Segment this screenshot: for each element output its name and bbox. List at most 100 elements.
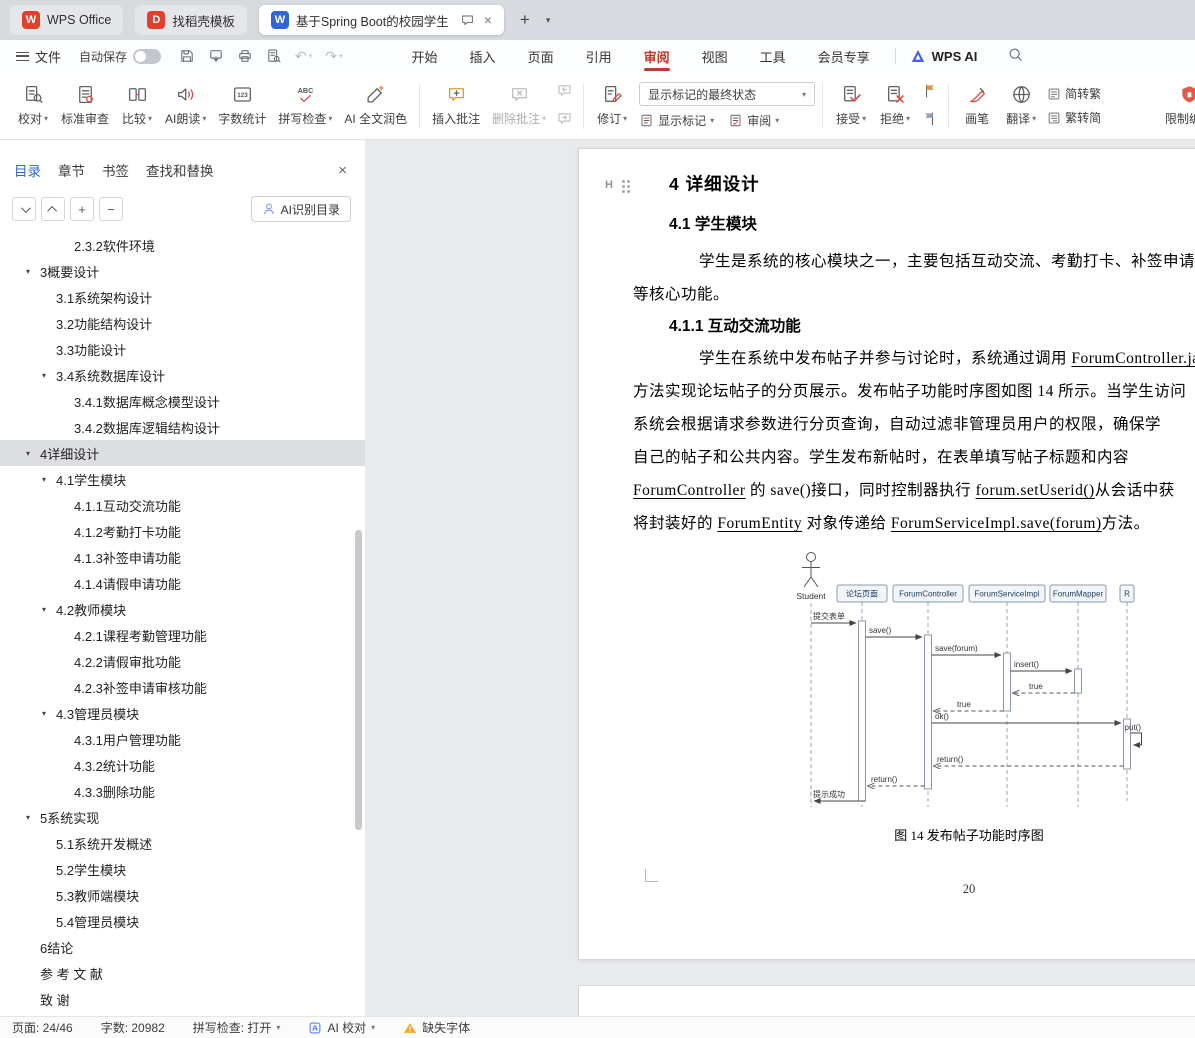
expand-level-button[interactable]: +: [70, 197, 94, 221]
sidebar-tab-bookmarks[interactable]: 书签: [102, 160, 129, 180]
tab-view[interactable]: 视图: [691, 40, 739, 72]
expand-arrow-icon[interactable]: ▾: [26, 449, 40, 458]
outline-item[interactable]: 4.1.1互动交流功能: [0, 492, 365, 518]
ribbon-ai-read-aloud-button[interactable]: AI朗读 ▾: [160, 81, 211, 130]
outline-item[interactable]: 4.2.2请假审批功能: [0, 648, 365, 674]
outline-item[interactable]: 3.4.2数据库逻辑结构设计: [0, 414, 365, 440]
ribbon-accept-button[interactable]: 接受 ▾: [830, 81, 872, 130]
undo-button[interactable]: ↶ ▾: [295, 48, 312, 65]
expand-arrow-icon[interactable]: ▾: [26, 813, 40, 822]
tab-docer-templates[interactable]: D 找稻壳模板: [135, 5, 247, 35]
outline-item[interactable]: ▾ 3概要设计: [0, 258, 365, 284]
export-icon[interactable]: [208, 48, 224, 64]
outline-item[interactable]: 3.1系统架构设计: [0, 284, 365, 310]
sidebar-scrollbar[interactable]: [355, 530, 362, 830]
outline-item[interactable]: 5.4管理员模块: [0, 908, 365, 934]
undo-dropdown-icon[interactable]: ▾: [309, 52, 313, 60]
tab-wps-office[interactable]: W WPS Office: [10, 5, 124, 35]
outline-item[interactable]: 3.3功能设计: [0, 336, 365, 362]
outline-item[interactable]: 2.3.2软件环境: [0, 232, 365, 258]
ribbon-restrict-editing-button[interactable]: 限制编辑: [1160, 81, 1195, 130]
outline-item[interactable]: 4.1.3补签申请功能: [0, 544, 365, 570]
ribbon-reviewers-button[interactable]: 审阅 ▾: [728, 112, 779, 129]
ribbon-next-change-button[interactable]: [921, 110, 938, 130]
page-indicator[interactable]: 页面: 24/46: [12, 1019, 73, 1036]
outline-item[interactable]: ▾ 4.1学生模块: [0, 466, 365, 492]
expand-arrow-icon[interactable]: ▾: [42, 709, 56, 718]
outline-item[interactable]: 4.1.2考勤打卡功能: [0, 518, 365, 544]
display-for-review-select[interactable]: 显示标记的最终状态 ▾: [639, 82, 816, 106]
outline-item[interactable]: 参 考 文 献: [0, 960, 365, 986]
tab-member-exclusive[interactable]: 会员专享: [807, 40, 881, 72]
redo-dropdown-icon[interactable]: ▾: [339, 52, 343, 60]
ribbon-reject-button[interactable]: 拒绝 ▾: [874, 81, 916, 130]
collapse-all-button[interactable]: [41, 197, 65, 221]
outline-item[interactable]: ▾ 3.4系统数据库设计: [0, 362, 365, 388]
file-menu[interactable]: 文件: [16, 47, 61, 66]
expand-arrow-icon[interactable]: ▾: [42, 371, 56, 380]
outline-item[interactable]: 4.3.2统计功能: [0, 752, 365, 778]
expand-arrow-icon[interactable]: ▾: [42, 605, 56, 614]
outline-item[interactable]: 5.3教师端模块: [0, 882, 365, 908]
expand-all-button[interactable]: [12, 197, 36, 221]
ribbon-track-changes-button[interactable]: 修订 ▾: [591, 81, 633, 130]
ribbon-standard-review-button[interactable]: 标准审查: [56, 81, 114, 130]
print-preview-icon[interactable]: [266, 48, 282, 64]
ribbon-show-markup-button[interactable]: 显示标记 ▾: [639, 112, 714, 129]
outline-item[interactable]: 4.1.4请假申请功能: [0, 570, 365, 596]
ribbon-previous-comment-button[interactable]: [556, 82, 573, 102]
new-tab-button[interactable]: +: [516, 10, 534, 30]
tab-home[interactable]: 开始: [401, 40, 449, 72]
outline-item[interactable]: ▾ 4.2教师模块: [0, 596, 365, 622]
ribbon-previous-change-button[interactable]: [921, 82, 938, 102]
tab-references[interactable]: 引用: [575, 40, 623, 72]
tab-tools[interactable]: 工具: [749, 40, 797, 72]
tab-review[interactable]: 审阅: [633, 40, 681, 72]
ribbon-simplified-to-traditional-button[interactable]: 简转繁: [1047, 85, 1101, 102]
close-tab-icon[interactable]: ×: [484, 12, 492, 28]
outline-item[interactable]: 4.3.3删除功能: [0, 778, 365, 804]
expand-arrow-icon[interactable]: ▾: [26, 267, 40, 276]
print-icon[interactable]: [237, 48, 253, 64]
expand-arrow-icon[interactable]: ▾: [42, 475, 56, 484]
document-page[interactable]: H 4 详细设计 4.1 学生模块 学生是系统的核心模块之一，主要包括互动交流、…: [578, 148, 1195, 960]
search-button[interactable]: [1007, 46, 1024, 66]
collapse-level-button[interactable]: −: [99, 197, 123, 221]
tab-list-dropdown-icon[interactable]: ▾: [546, 15, 551, 26]
save-icon[interactable]: [179, 48, 195, 64]
outline-item[interactable]: 4.2.1课程考勤管理功能: [0, 622, 365, 648]
outline-item[interactable]: 5.2学生模块: [0, 856, 365, 882]
tab-page-layout[interactable]: 页面: [517, 40, 565, 72]
outline-item[interactable]: 致 谢: [0, 986, 365, 1012]
outline-item[interactable]: ▾ 4详细设计: [0, 440, 365, 466]
outline-item[interactable]: 4.3.1用户管理功能: [0, 726, 365, 752]
outline-item[interactable]: 3.4.1数据库概念模型设计: [0, 388, 365, 414]
redo-button[interactable]: ↷ ▾: [325, 48, 342, 65]
tab-insert[interactable]: 插入: [459, 40, 507, 72]
wps-ai-button[interactable]: WPS AI: [910, 48, 977, 64]
ai-proofread-indicator[interactable]: AI 校对 ▾: [308, 1019, 375, 1036]
paragraph-handle[interactable]: H: [605, 179, 625, 191]
sidebar-tab-chapters[interactable]: 章节: [58, 160, 85, 180]
ribbon-compare-button[interactable]: 比较 ▾: [116, 81, 158, 130]
outline-item[interactable]: 5.1系统开发概述: [0, 830, 365, 856]
outline-item[interactable]: 4.2.3补签申请审核功能: [0, 674, 365, 700]
ribbon-traditional-to-simplified-button[interactable]: 繁转简: [1047, 109, 1101, 126]
missing-font-warning[interactable]: 缺失字体: [403, 1019, 470, 1036]
ribbon-delete-comment-button[interactable]: 删除批注 ▾: [487, 81, 551, 130]
autosave-toggle[interactable]: [133, 48, 162, 64]
ai-recognize-toc-button[interactable]: AI识别目录: [250, 196, 351, 222]
ribbon-ink-brush-button[interactable]: 画笔: [956, 81, 998, 130]
outline-item[interactable]: ▾ 4.3管理员模块: [0, 700, 365, 726]
tab-active-document[interactable]: W 基于Spring Boot的校园学生 ×: [258, 5, 504, 35]
sidebar-tab-find-replace[interactable]: 查找和替换: [146, 160, 214, 180]
ribbon-translate-button[interactable]: 翻译 ▾: [1000, 81, 1042, 130]
ribbon-next-comment-button[interactable]: [556, 110, 573, 130]
ribbon-spell-check-button[interactable]: ABC 拼写检查 ▾: [273, 81, 337, 130]
ribbon-ai-polish-button[interactable]: AI 全文润色: [339, 81, 412, 130]
spell-check-indicator[interactable]: 拼写检查: 打开 ▾: [193, 1019, 281, 1036]
next-page[interactable]: [578, 985, 1195, 1016]
outline-item[interactable]: 3.2功能结构设计: [0, 310, 365, 336]
outline-item[interactable]: 6结论: [0, 934, 365, 960]
ribbon-word-count-button[interactable]: 123 字数统计: [213, 81, 271, 130]
